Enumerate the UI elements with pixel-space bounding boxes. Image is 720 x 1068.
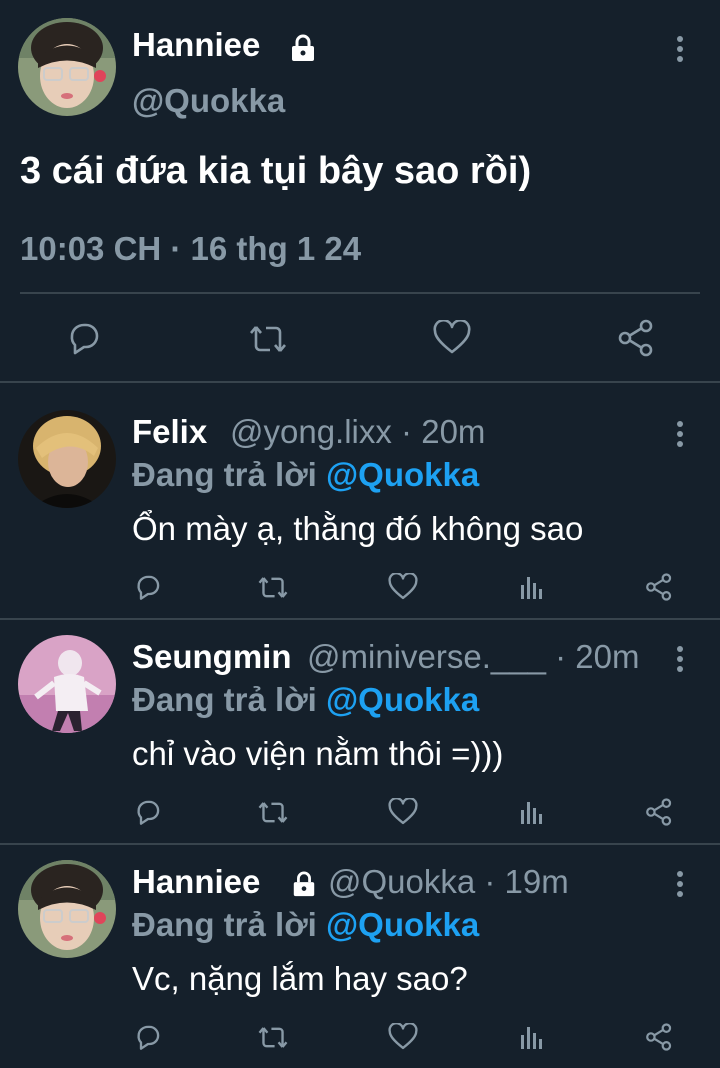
more-icon[interactable] — [674, 419, 686, 449]
share-icon[interactable] — [645, 1023, 673, 1051]
mention-link[interactable]: @Quokka — [326, 456, 479, 493]
reply-icon[interactable] — [134, 1023, 162, 1051]
lock-icon — [291, 870, 317, 898]
replying-prefix: Đang trả lời — [132, 456, 317, 493]
reply-icon[interactable] — [134, 798, 162, 826]
more-icon[interactable] — [674, 644, 686, 674]
retweet-icon[interactable] — [248, 322, 288, 356]
reply-icon[interactable] — [134, 573, 162, 601]
user-name[interactable]: Felix — [132, 413, 207, 451]
like-icon[interactable] — [433, 320, 471, 356]
share-icon[interactable] — [645, 573, 673, 601]
like-icon[interactable] — [388, 798, 418, 826]
tweet-timestamp: 10:03 CH · 16 thg 1 24 — [20, 230, 362, 267]
more-icon[interactable] — [674, 34, 686, 64]
replying-to: Đang trả lời @Quokka — [132, 681, 479, 719]
avatar[interactable] — [18, 18, 116, 116]
user-handle-time[interactable]: @yong.lixx · 20m — [230, 413, 485, 451]
analytics-icon[interactable] — [519, 1025, 545, 1051]
user-name[interactable]: Hanniee — [132, 26, 260, 64]
like-icon[interactable] — [388, 1023, 418, 1051]
replying-to: Đang trả lời @Quokka — [132, 906, 479, 944]
tweet-text: chỉ vào viện nằm thôi =))) — [132, 735, 504, 772]
more-icon[interactable] — [674, 869, 686, 899]
main-tweet: Hanniee @Quokka 3 cái đứa kia tụi bây sa… — [0, 0, 720, 383]
replying-to: Đang trả lời @Quokka — [132, 456, 479, 494]
user-handle-time[interactable]: @miniverse.___ · 20m — [307, 638, 639, 676]
tweet-text: Ổn mày ạ, thằng đó không sao — [132, 510, 584, 547]
share-icon[interactable] — [617, 319, 655, 357]
divider — [20, 292, 700, 294]
tweet-text: 3 cái đứa kia tụi bây sao rồi) — [20, 150, 532, 192]
avatar[interactable] — [18, 860, 116, 958]
retweet-icon[interactable] — [257, 574, 289, 601]
replying-prefix: Đang trả lời — [132, 906, 317, 943]
mention-link[interactable]: @Quokka — [326, 906, 479, 943]
reply-tweet[interactable]: Hanniee @Quokka · 19m Đang trả lời @Quok… — [0, 845, 720, 1068]
tweet-text: Vc, nặng lắm hay sao? — [132, 960, 468, 997]
avatar[interactable] — [18, 635, 116, 733]
user-handle-time[interactable]: @Quokka · 19m — [328, 863, 569, 901]
reply-tweet[interactable]: Felix @yong.lixx · 20m Đang trả lời @Quo… — [0, 383, 720, 620]
replying-prefix: Đang trả lời — [132, 681, 317, 718]
user-name[interactable]: Seungmin — [132, 638, 292, 676]
reply-tweet[interactable]: Seungmin @miniverse.___ · 20m Đang trả l… — [0, 620, 720, 845]
reply-icon[interactable] — [66, 320, 102, 356]
retweet-icon[interactable] — [257, 1024, 289, 1051]
user-name[interactable]: Hanniee — [132, 863, 260, 901]
avatar[interactable] — [18, 410, 116, 508]
mention-link[interactable]: @Quokka — [326, 681, 479, 718]
retweet-icon[interactable] — [257, 799, 289, 826]
lock-icon — [289, 33, 317, 63]
like-icon[interactable] — [388, 573, 418, 601]
analytics-icon[interactable] — [519, 575, 545, 601]
share-icon[interactable] — [645, 798, 673, 826]
user-handle[interactable]: @Quokka — [132, 82, 285, 120]
analytics-icon[interactable] — [519, 800, 545, 826]
